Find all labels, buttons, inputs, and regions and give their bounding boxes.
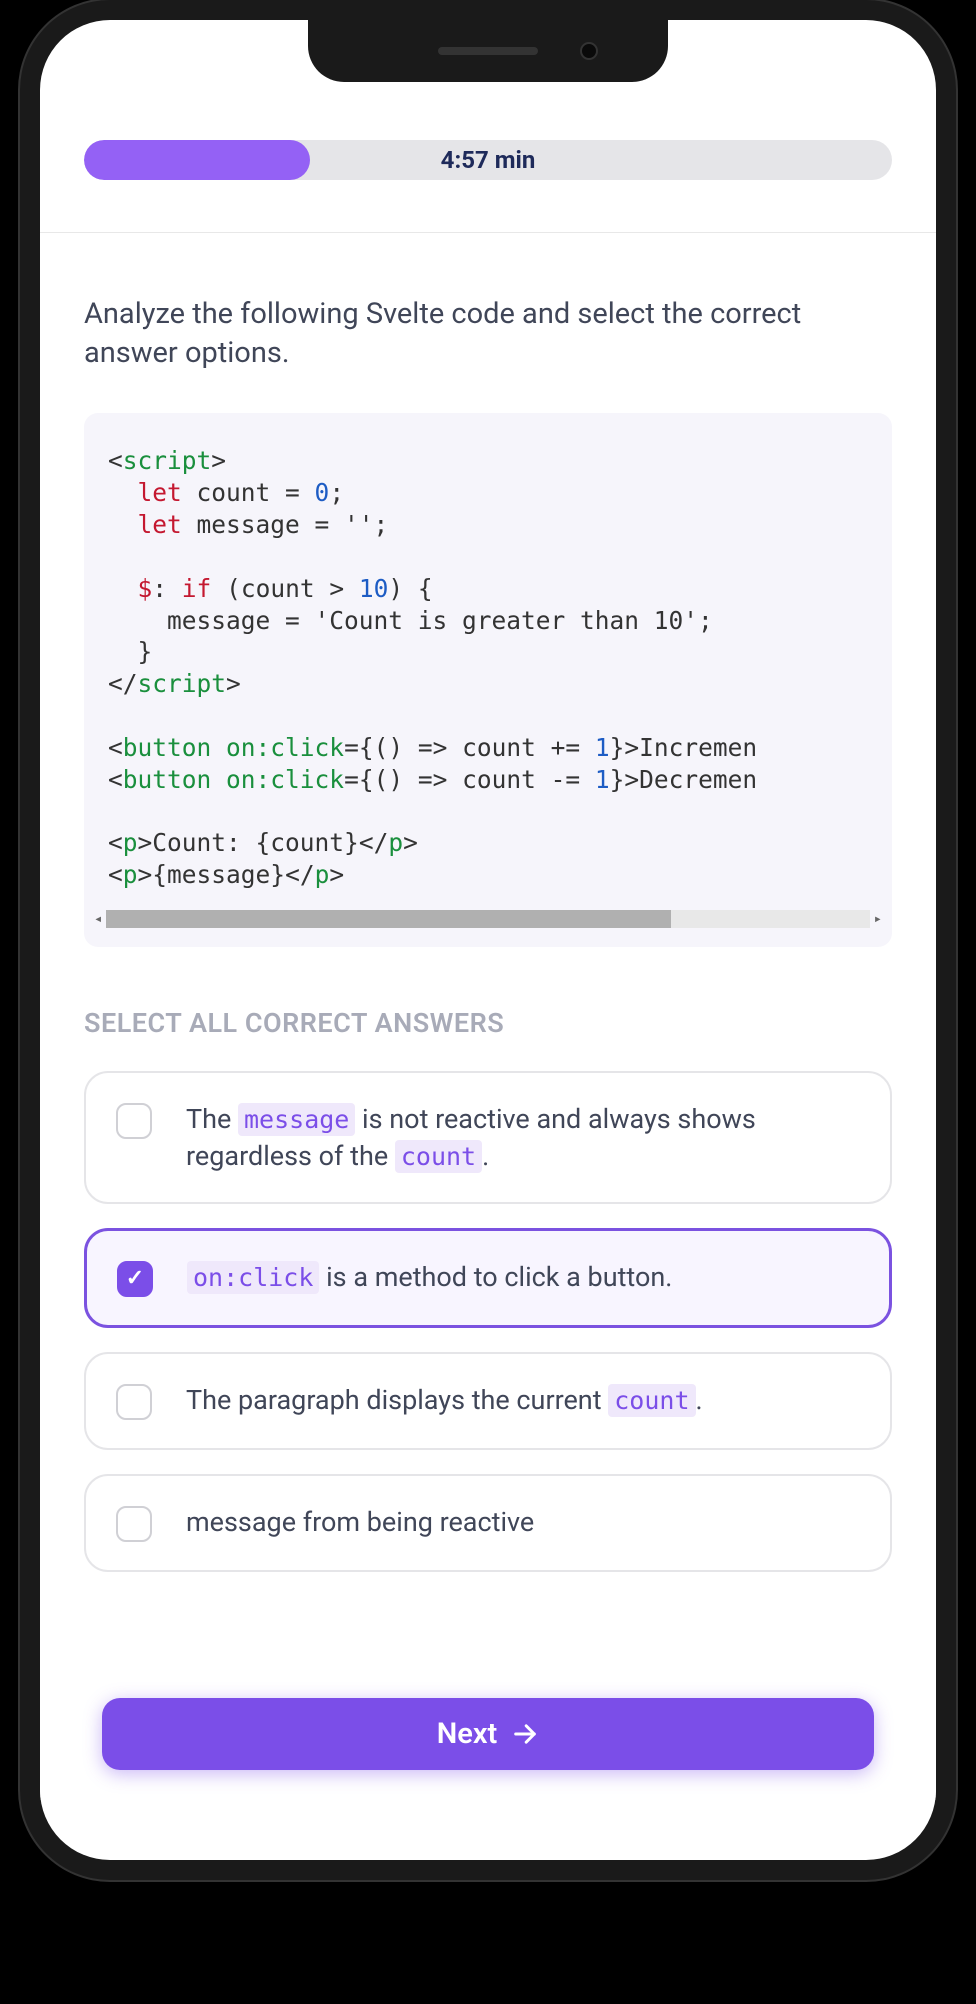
phone-screen: 4:57 min Analyze the following Svelte co… <box>40 20 936 1860</box>
answer-option-2[interactable]: The paragraph displays the current count… <box>84 1352 892 1450</box>
scroll-track[interactable] <box>106 910 869 928</box>
progress-fill <box>84 140 310 180</box>
code-block[interactable]: <script> let count = 0; let message = ''… <box>84 413 892 947</box>
scroll-left-icon[interactable]: ◂ <box>90 910 106 928</box>
inline-code: message <box>238 1103 355 1136</box>
answer-option-3[interactable]: message from being reactive <box>84 1474 892 1572</box>
code-content: <script> let count = 0; let message = ''… <box>84 445 892 891</box>
scroll-right-icon[interactable]: ▸ <box>870 910 886 928</box>
arrow-right-icon <box>511 1720 539 1748</box>
divider <box>40 232 936 233</box>
inline-code: count <box>608 1384 695 1417</box>
scroll-thumb[interactable] <box>106 910 671 928</box>
code-scrollbar[interactable]: ◂ ▸ <box>90 909 886 929</box>
progress-bar: 4:57 min <box>84 140 892 180</box>
app-content: 4:57 min Analyze the following Svelte co… <box>40 20 936 1860</box>
answer-text: The message is not reactive and always s… <box>186 1101 860 1174</box>
answer-option-0[interactable]: The message is not reactive and always s… <box>84 1071 892 1204</box>
question-text: Analyze the following Svelte code and se… <box>84 295 892 373</box>
inline-code: count <box>395 1140 482 1173</box>
answer-option-1[interactable]: ✓ on:click is a method to click a button. <box>84 1228 892 1328</box>
phone-notch <box>308 20 668 82</box>
next-button[interactable]: Next <box>102 1698 874 1770</box>
checkbox[interactable] <box>116 1506 152 1542</box>
answer-text: on:click is a method to click a button. <box>187 1259 859 1295</box>
inline-code: on:click <box>187 1261 319 1294</box>
answer-text: message from being reactive <box>186 1504 860 1540</box>
checkbox[interactable] <box>116 1384 152 1420</box>
section-title: SELECT ALL CORRECT ANSWERS <box>84 1007 892 1039</box>
answers-list: The message is not reactive and always s… <box>84 1071 892 1572</box>
checkbox[interactable] <box>116 1103 152 1139</box>
checkbox[interactable]: ✓ <box>117 1261 153 1297</box>
next-label: Next <box>437 1717 498 1751</box>
check-icon: ✓ <box>126 1266 144 1291</box>
answer-text: The paragraph displays the current count… <box>186 1382 860 1418</box>
phone-frame: 4:57 min Analyze the following Svelte co… <box>20 0 956 1880</box>
timer-text: 4:57 min <box>441 146 536 174</box>
